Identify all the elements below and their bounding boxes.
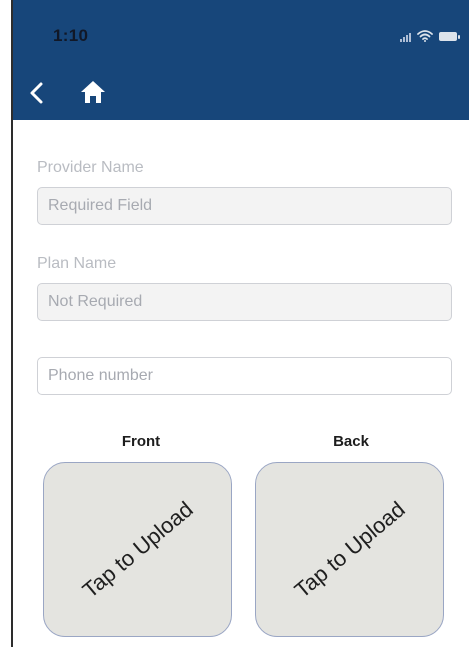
signal-icon (400, 30, 411, 42)
home-icon[interactable] (79, 79, 107, 105)
form-content: Provider Name Required Field Plan Name N… (13, 120, 469, 647)
provider-name-field[interactable]: Required Field (37, 187, 452, 225)
chevron-left-icon[interactable] (25, 80, 51, 106)
provider-name-placeholder: Required Field (48, 197, 153, 214)
back-card-label: Back (333, 433, 369, 450)
app-header: 1:10 (13, 0, 469, 120)
status-time: 1:10 (53, 26, 89, 45)
wifi-icon (417, 30, 433, 42)
status-icons (400, 30, 460, 42)
phone-number-placeholder: Phone number (48, 367, 153, 384)
app-screen: 1:10 Provider Name Required Field Plan N… (11, 0, 469, 647)
plan-name-placeholder: Not Required (48, 293, 143, 310)
front-card-label: Front (121, 433, 161, 450)
plan-name-field[interactable]: Not Required (37, 283, 452, 321)
provider-name-label: Provider Name (37, 159, 144, 176)
back-upload-text: Tap to Upload (289, 495, 410, 603)
phone-number-field[interactable]: Phone number (37, 357, 452, 395)
back-upload-button[interactable]: Tap to Upload (255, 462, 444, 637)
battery-icon (439, 32, 460, 41)
front-upload-button[interactable]: Tap to Upload (43, 462, 232, 637)
front-upload-text: Tap to Upload (77, 495, 198, 603)
plan-name-label: Plan Name (37, 255, 117, 272)
